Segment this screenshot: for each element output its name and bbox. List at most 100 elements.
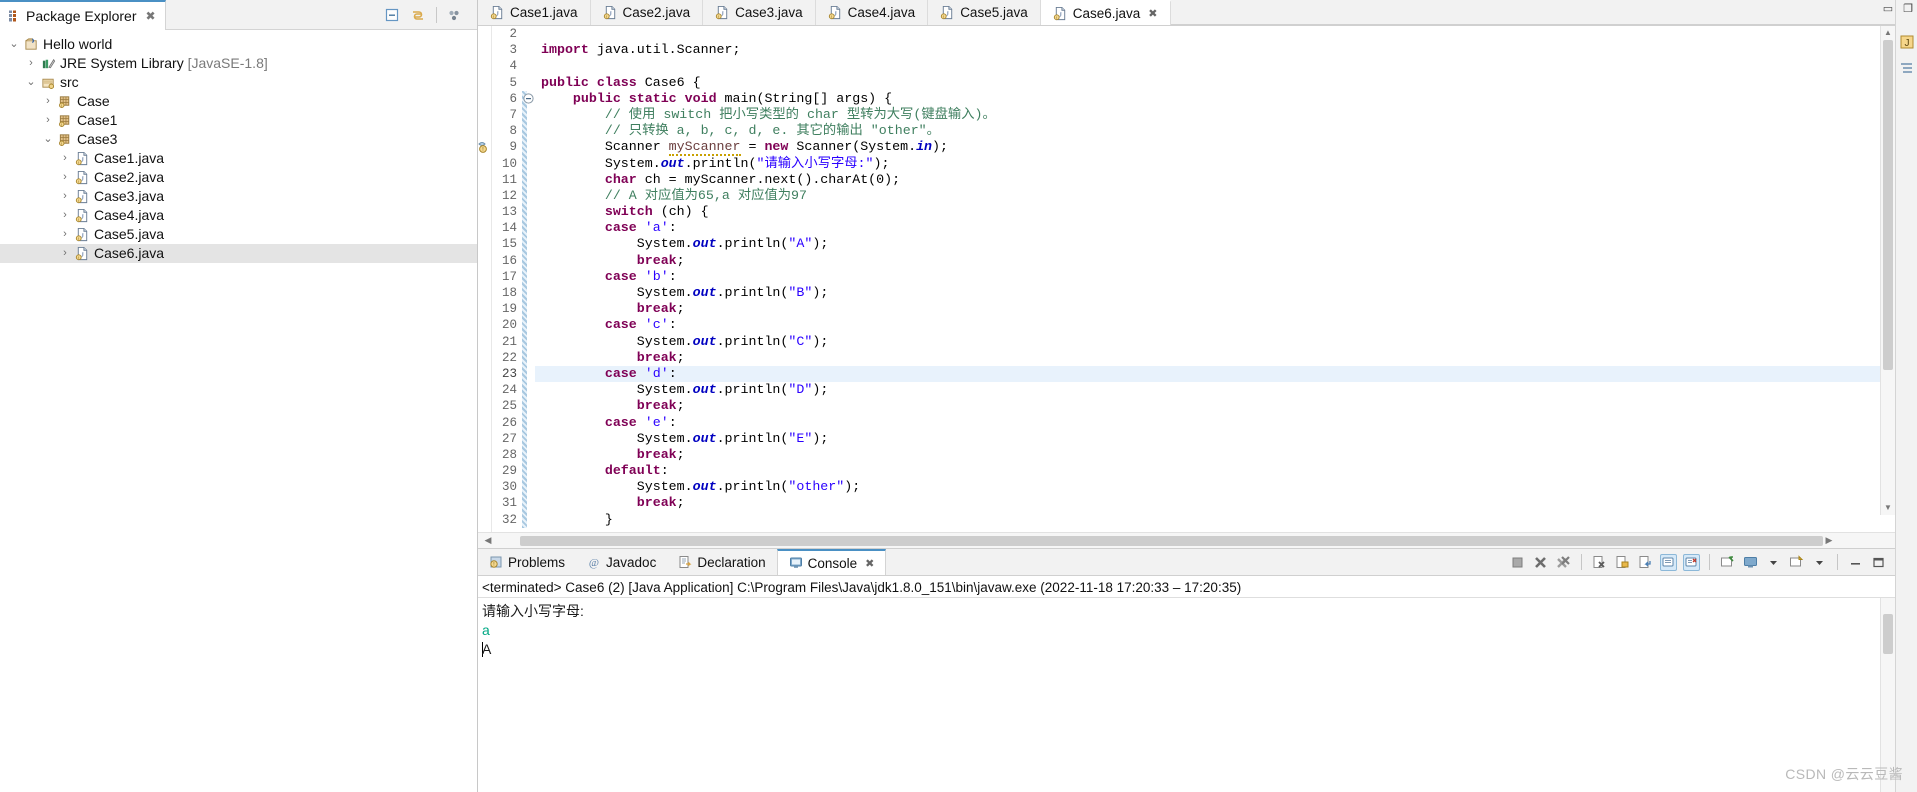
editor-tab-case2-java[interactable]: J! Case2.java (590, 0, 704, 25)
collapse-all-icon[interactable] (384, 7, 401, 24)
project-tree[interactable]: ⌄ Hello world › JRE System Library [JavaSE-… (0, 30, 477, 263)
console-vscroll-thumb[interactable] (1883, 614, 1893, 654)
close-icon[interactable]: ✖ (1148, 7, 1157, 20)
editor-hscroll-thumb[interactable] (520, 536, 1823, 546)
code-line[interactable]: break; (535, 253, 1895, 269)
code-line[interactable]: System.out.println("A"); (535, 236, 1895, 252)
remove-launch-icon[interactable] (1532, 554, 1549, 571)
display-selected-console-icon[interactable] (1742, 554, 1759, 571)
editor-tab-case5-java[interactable]: J! Case5.java (928, 0, 1041, 25)
open-console-icon[interactable] (1788, 554, 1805, 571)
console-dropdown-arrow-icon[interactable] (1765, 554, 1782, 571)
chevron-right-icon[interactable]: › (57, 168, 73, 187)
code-line[interactable]: case 'd': (535, 365, 1895, 383)
editor-tab-case6-java[interactable]: J! Case6.java ✖ (1040, 0, 1171, 25)
code-line[interactable]: System.out.println("D"); (535, 382, 1895, 398)
minimize-icon[interactable] (1847, 554, 1864, 571)
code-line[interactable]: case 'e': (535, 415, 1895, 431)
code-line[interactable] (535, 26, 1895, 42)
bottom-tab-declaration[interactable]: Declaration (667, 549, 776, 575)
bottom-tab-console[interactable]: Console ✖ (776, 549, 887, 575)
chevron-down-icon[interactable]: ⌄ (40, 130, 56, 149)
tree-item-case2-java[interactable]: › J! Case2.java (0, 168, 477, 187)
tree-item-case6-java[interactable]: › J! Case6.java (0, 244, 477, 263)
editor-tab-case3-java[interactable]: J! Case3.java (703, 0, 816, 25)
code-line[interactable]: System.out.println("B"); (535, 285, 1895, 301)
chevron-down-icon[interactable]: ⌄ (6, 35, 22, 54)
code-line[interactable]: break; (535, 495, 1895, 511)
scroll-left-arrow[interactable]: ◀ (478, 535, 498, 546)
pin-console-icon[interactable] (1719, 554, 1736, 571)
tree-item-case1[interactable]: ›! Case1 (0, 111, 477, 130)
view-menu-icon[interactable] (446, 7, 463, 24)
show-console-on-output-icon[interactable] (1660, 553, 1677, 571)
chevron-right-icon[interactable]: › (40, 92, 56, 111)
tree-item-case3-java[interactable]: › J! Case3.java (0, 187, 477, 206)
code-line[interactable]: switch (ch) { (535, 204, 1895, 220)
tree-item-case4-java[interactable]: › J! Case4.java (0, 206, 477, 225)
code-line[interactable]: char ch = myScanner.next().charAt(0); (535, 172, 1895, 188)
chevron-right-icon[interactable]: › (57, 187, 73, 206)
chevron-right-icon[interactable]: › (57, 149, 73, 168)
console-vertical-scrollbar[interactable] (1880, 598, 1895, 792)
code-line[interactable]: public class Case6 { (535, 75, 1895, 91)
tree-item-case[interactable]: ›! Case (0, 92, 477, 111)
tree-item-case1-java[interactable]: › J! Case1.java (0, 149, 477, 168)
scroll-right-arrow[interactable]: ▶ (1819, 535, 1839, 546)
tree-item-jre-system-library[interactable]: › JRE System Library [JavaSE-1.8] (0, 54, 477, 73)
java-perspective-icon[interactable]: J (1899, 34, 1915, 50)
chevron-right-icon[interactable]: › (23, 54, 39, 73)
minimize-icon[interactable]: ▭ (1883, 2, 1893, 15)
code-line[interactable]: } (535, 512, 1895, 528)
code-line[interactable]: public static void main(String[] args) { (535, 91, 1895, 107)
code-line[interactable]: System.out.println("other"); (535, 479, 1895, 495)
console-output[interactable]: 请输入小写字母: a A (478, 598, 1895, 792)
tree-item-case5-java[interactable]: › J! Case5.java (0, 225, 477, 244)
close-icon[interactable]: ✖ (865, 557, 874, 570)
chevron-right-icon[interactable]: › (57, 206, 73, 225)
remove-all-terminated-icon[interactable] (1555, 554, 1572, 571)
editor-horizontal-scrollbar[interactable]: ◀ ▶ (478, 532, 1895, 548)
code-line[interactable]: default: (535, 463, 1895, 479)
close-icon[interactable]: ✖ (146, 9, 156, 23)
editor-tab-case1-java[interactable]: J! Case1.java (478, 0, 591, 25)
code-line[interactable] (535, 58, 1895, 74)
code-line[interactable]: case 'b': (535, 269, 1895, 285)
warning-marker-icon[interactable]: ! (478, 140, 492, 154)
code-line[interactable]: System.out.println("请输入小写字母:"); (535, 156, 1895, 172)
chevron-right-icon[interactable]: › (57, 225, 73, 244)
open-console-dropdown-arrow-icon[interactable] (1811, 554, 1828, 571)
terminate-icon[interactable] (1509, 554, 1526, 571)
editor-code-content[interactable]: import java.util.Scanner; public class C… (535, 26, 1895, 532)
code-line[interactable]: case 'a': (535, 220, 1895, 236)
editor-folding-column[interactable] (522, 26, 535, 532)
clear-console-icon[interactable] (1591, 554, 1608, 571)
code-line[interactable]: break; (535, 350, 1895, 366)
outline-perspective-icon[interactable] (1899, 60, 1915, 76)
code-line[interactable]: case 'c': (535, 317, 1895, 333)
show-console-on-error-icon[interactable] (1683, 553, 1700, 571)
code-line[interactable]: Scanner myScanner = new Scanner(System.i… (535, 139, 1895, 157)
scroll-lock-icon[interactable] (1614, 554, 1631, 571)
tree-item-case3[interactable]: ⌄! Case3 (0, 130, 477, 149)
tree-item-hello-world[interactable]: ⌄ Hello world (0, 35, 477, 54)
code-line[interactable]: System.out.println("C"); (535, 334, 1895, 350)
maximize-icon[interactable]: ❐ (1903, 2, 1913, 15)
tree-item-src[interactable]: ⌄ src (0, 73, 477, 92)
scroll-up-arrow[interactable]: ▲ (1881, 26, 1895, 40)
chevron-right-icon[interactable]: › (57, 244, 73, 263)
chevron-down-icon[interactable]: ⌄ (23, 73, 39, 92)
maximize-icon[interactable] (1870, 554, 1887, 571)
code-line[interactable]: import java.util.Scanner; (535, 42, 1895, 58)
code-line[interactable]: break; (535, 301, 1895, 317)
editor-marker-column[interactable]: ! (478, 26, 492, 532)
editor-vscroll-thumb[interactable] (1883, 40, 1893, 370)
code-line[interactable]: // 只转换 a, b, c, d, e. 其它的输出 "other"。 (535, 123, 1895, 139)
editor-vertical-scrollbar[interactable]: ▲ ▼ (1880, 26, 1895, 515)
link-with-editor-icon[interactable] (410, 7, 427, 24)
bottom-tab-javadoc[interactable]: @ Javadoc (576, 549, 667, 575)
chevron-right-icon[interactable]: › (40, 111, 56, 130)
scroll-down-arrow[interactable]: ▼ (1881, 501, 1895, 515)
code-line[interactable]: break; (535, 447, 1895, 463)
bottom-tab-problems[interactable]: ! Problems (478, 549, 576, 575)
